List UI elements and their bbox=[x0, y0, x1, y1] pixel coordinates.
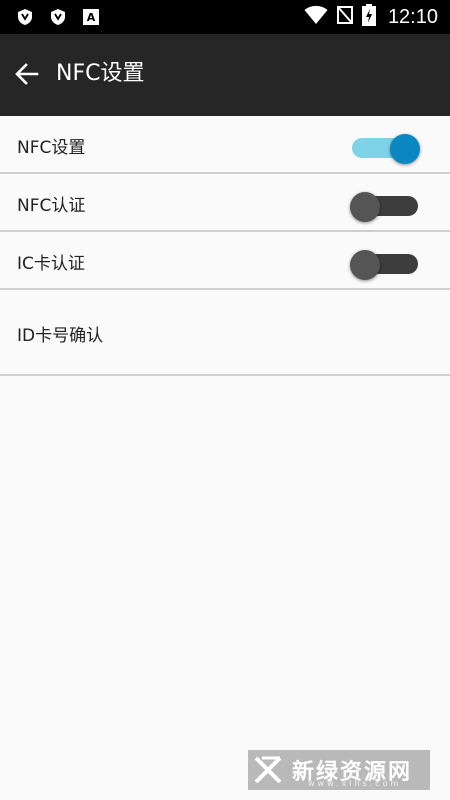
arrow-left-icon[interactable] bbox=[14, 61, 40, 87]
ic-card-auth-toggle-switch[interactable] bbox=[350, 250, 420, 280]
setting-label: NFC设置 bbox=[17, 138, 86, 158]
setting-row-nfc[interactable]: NFC设置 bbox=[0, 116, 450, 174]
system-tray: 12:10 bbox=[304, 0, 438, 34]
watermark: 新绿资源网 www.xlhs.com bbox=[248, 750, 430, 790]
wifi-icon bbox=[304, 5, 328, 29]
setting-row-id-card-confirm[interactable]: ID卡号确认 bbox=[0, 290, 450, 376]
nfc-toggle-switch[interactable] bbox=[350, 134, 420, 164]
a-icon: A bbox=[82, 8, 100, 26]
switch-thumb bbox=[390, 134, 420, 164]
setting-label: NFC认证 bbox=[17, 196, 86, 216]
shield-icon bbox=[16, 8, 34, 26]
setting-label: ID卡号确认 bbox=[17, 326, 104, 346]
battery-charging-icon bbox=[361, 4, 376, 30]
svg-text:A: A bbox=[87, 11, 96, 24]
page-title: NFC设置 bbox=[56, 61, 145, 86]
clock: 12:10 bbox=[387, 5, 438, 28]
switch-thumb bbox=[350, 250, 380, 280]
switch-thumb bbox=[350, 192, 380, 222]
setting-row-ic-card-auth[interactable]: IC卡认证 bbox=[0, 232, 450, 290]
status-bar: A 12:10 bbox=[0, 0, 450, 34]
shield-icon bbox=[49, 8, 67, 26]
logo-icon bbox=[248, 750, 288, 790]
setting-label: IC卡认证 bbox=[17, 254, 85, 274]
settings-list: NFC设置 NFC认证 IC卡认证 ID卡号确认 bbox=[0, 116, 450, 376]
nfc-auth-toggle-switch[interactable] bbox=[350, 192, 420, 222]
setting-row-nfc-auth[interactable]: NFC认证 bbox=[0, 174, 450, 232]
no-signal-icon bbox=[336, 5, 354, 29]
app-bar: NFC设置 bbox=[0, 34, 450, 116]
watermark-subtext: www.xlhs.com bbox=[308, 779, 402, 788]
